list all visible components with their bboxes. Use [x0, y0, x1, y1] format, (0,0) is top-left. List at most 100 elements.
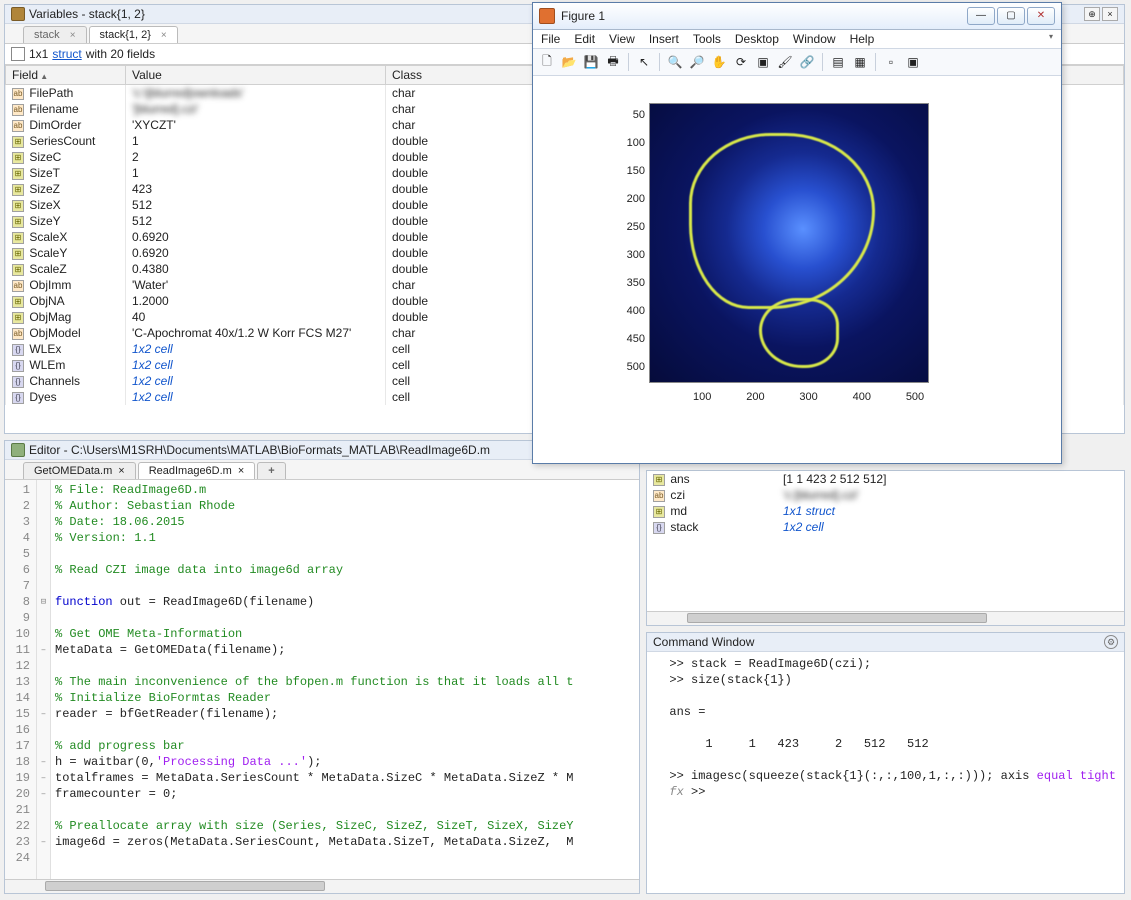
figure-menu-help[interactable]: Help	[850, 32, 875, 46]
rotate3d-icon[interactable]: ⟳	[731, 52, 751, 72]
num-type-icon: ⊞	[12, 232, 24, 244]
figure-ytick: 500	[615, 361, 645, 373]
maximize-button[interactable]: ▢	[997, 7, 1025, 25]
num-type-icon: ⊞	[12, 296, 24, 308]
open-icon[interactable]: 📂	[559, 52, 579, 72]
figure-menu-insert[interactable]: Insert	[649, 32, 679, 46]
workspace-row[interactable]: {} stack1x2 cell	[647, 519, 1124, 535]
figure-menu-file[interactable]: File	[541, 32, 560, 46]
zoom-in-icon[interactable]: 🔍	[665, 52, 685, 72]
variables-tab[interactable]: stack×	[23, 26, 87, 43]
print-icon[interactable]: 🖶	[603, 52, 623, 72]
figure-title: Figure 1	[561, 9, 961, 23]
figure-menu-desktop[interactable]: Desktop	[735, 32, 779, 46]
tab-close-icon[interactable]: ×	[118, 465, 124, 477]
datacursor-icon[interactable]: ▣	[753, 52, 773, 72]
figure-menu-edit[interactable]: Edit	[574, 32, 595, 46]
figure-ytick: 150	[615, 165, 645, 177]
tab-close-icon[interactable]: ×	[70, 30, 76, 41]
figure-xtick: 500	[900, 391, 930, 403]
variables-title: Variables - stack{1, 2}	[29, 7, 145, 21]
figure-ytick: 100	[615, 137, 645, 149]
editor-tab[interactable]: ReadImage6D.m×	[138, 462, 256, 479]
editor-panel: Editor - C:\Users\M1SRH\Documents\MATLAB…	[4, 440, 640, 894]
num-type-icon: ⊞	[12, 184, 24, 196]
figure-xtick: 100	[687, 391, 717, 403]
show-tools-icon[interactable]: ▣	[903, 52, 923, 72]
cell-type-icon: {}	[12, 344, 24, 356]
abc-type-icon: ab	[12, 88, 24, 100]
figure-ytick: 350	[615, 277, 645, 289]
command-window-options-icon[interactable]: ⚙	[1104, 635, 1118, 649]
num-type-icon: ⊞	[12, 136, 24, 148]
num-type-icon: ⊞	[12, 152, 24, 164]
matlab-app-icon	[539, 8, 555, 24]
figure-axes[interactable]: 50100150200250300350400450500 1002003004…	[613, 99, 1033, 439]
num-type-icon: ⊞	[12, 216, 24, 228]
hide-tools-icon[interactable]: ▫	[881, 52, 901, 72]
variables-tab[interactable]: stack{1, 2}×	[89, 26, 178, 43]
tab-close-icon[interactable]: ×	[238, 465, 244, 477]
cell-type-icon: {}	[12, 392, 24, 404]
abc-type-icon: ab	[12, 328, 24, 340]
col-field[interactable]: Field	[6, 66, 126, 85]
figure-menubar: File Edit View Insert Tools Desktop Window Help…	[533, 30, 1061, 49]
command-window-body[interactable]: >> stack = ReadImage6D(czi); >> size(sta…	[647, 652, 1124, 893]
editor-icon	[11, 443, 25, 457]
command-window-panel: Command Window ⚙ >> stack = ReadImage6D(…	[646, 632, 1125, 894]
figure-title-bar[interactable]: Figure 1 — ▢ ✕	[533, 3, 1061, 30]
workspace-row[interactable]: ab czi'c:[blurred].czi'	[647, 487, 1124, 503]
legend-icon[interactable]: ▦	[850, 52, 870, 72]
struct-icon	[11, 47, 25, 61]
num-type-icon: ⊞	[653, 474, 665, 486]
figure-xtick: 300	[794, 391, 824, 403]
workspace-h-scrollbar[interactable]	[647, 611, 1124, 625]
tab-close-icon[interactable]: ×	[161, 30, 167, 41]
figure-ytick: 450	[615, 333, 645, 345]
pointer-icon[interactable]: ↖	[634, 52, 654, 72]
num-type-icon: ⊞	[653, 506, 665, 518]
link-icon[interactable]: 🔗	[797, 52, 817, 72]
struct-link[interactable]: struct	[52, 47, 81, 61]
workspace-panel: ⊞ ans[1 1 423 2 512 512]ab czi'c:[blurre…	[646, 470, 1125, 626]
figure-ytick: 250	[615, 221, 645, 233]
close-panel-button[interactable]: ×	[1102, 7, 1118, 21]
code-area[interactable]: 123456789101112131415161718192021222324 …	[5, 480, 639, 879]
figure-menu-view[interactable]: View	[609, 32, 635, 46]
num-type-icon: ⊞	[12, 312, 24, 324]
abc-type-icon: ab	[653, 490, 665, 502]
editor-h-scrollbar[interactable]	[5, 879, 639, 893]
command-window-header: Command Window ⚙	[647, 633, 1124, 652]
command-window-title: Command Window	[653, 635, 754, 649]
editor-tab[interactable]: GetOMEData.m×	[23, 462, 136, 479]
save-icon[interactable]: 💾	[581, 52, 601, 72]
num-type-icon: ⊞	[12, 168, 24, 180]
new-figure-icon[interactable]: 🗋	[537, 52, 557, 72]
zoom-out-icon[interactable]: 🔎	[687, 52, 707, 72]
col-value[interactable]: Value	[126, 66, 386, 85]
pan-icon[interactable]: ✋	[709, 52, 729, 72]
figure-ytick: 200	[615, 193, 645, 205]
abc-type-icon: ab	[12, 104, 24, 116]
dock-button[interactable]: ⊕	[1084, 7, 1100, 21]
figure-image[interactable]	[649, 103, 929, 383]
figure-window: Figure 1 — ▢ ✕ File Edit View Insert Tools De…	[532, 2, 1062, 464]
workspace-row[interactable]: ⊞ ans[1 1 423 2 512 512]	[647, 471, 1124, 487]
colorbar-icon[interactable]: ▤	[828, 52, 848, 72]
figure-ytick: 50	[615, 109, 645, 121]
cell-type-icon: {}	[12, 376, 24, 388]
abc-type-icon: ab	[12, 120, 24, 132]
editor-title: Editor - C:\Users\M1SRH\Documents\MATLAB…	[29, 443, 490, 457]
minimize-button[interactable]: —	[967, 7, 995, 25]
brush-icon[interactable]: 🖌	[775, 52, 795, 72]
figure-menu-tools[interactable]: Tools	[693, 32, 721, 46]
workspace-row[interactable]: ⊞ md1x1 struct	[647, 503, 1124, 519]
figure-ytick: 300	[615, 249, 645, 261]
figure-ytick: 400	[615, 305, 645, 317]
menu-dropdown-icon[interactable]: ▾	[1049, 32, 1053, 46]
new-tab-button[interactable]: +	[257, 462, 285, 479]
close-button[interactable]: ✕	[1027, 7, 1055, 25]
num-type-icon: ⊞	[12, 264, 24, 276]
figure-menu-window[interactable]: Window	[793, 32, 836, 46]
num-type-icon: ⊞	[12, 200, 24, 212]
